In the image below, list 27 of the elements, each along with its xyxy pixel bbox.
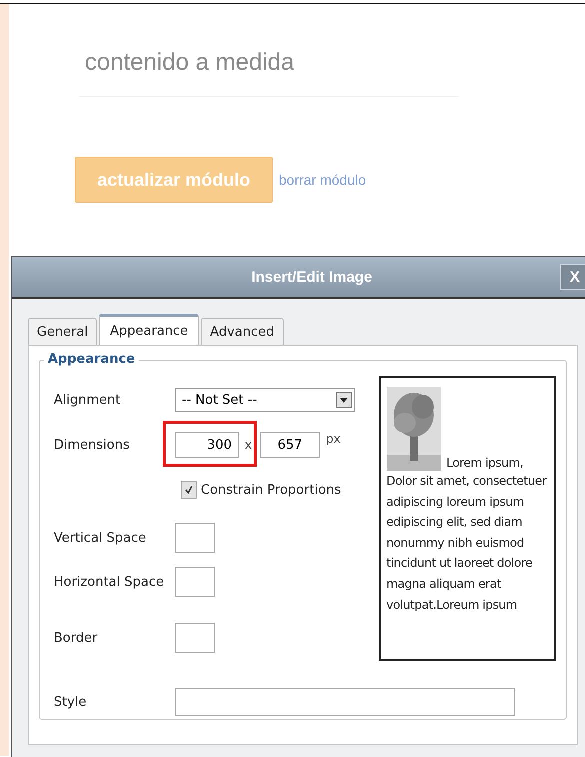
horizontal-space-input[interactable] xyxy=(175,567,215,597)
checkbox-label: Constrain Proportions xyxy=(201,482,342,498)
field-label: Border xyxy=(54,630,99,646)
section-legend: Appearance xyxy=(44,352,140,367)
unit-label: px xyxy=(326,432,341,446)
alignment-select[interactable]: -- Not Set -- xyxy=(175,388,355,412)
dropdown-icon xyxy=(336,392,352,408)
width-input[interactable]: 300 xyxy=(175,432,239,458)
style-input[interactable] xyxy=(175,688,515,716)
field-label: Alignment xyxy=(54,392,122,408)
module-title: contenido a medida xyxy=(84,49,294,77)
tab[interactable]: Advanced xyxy=(201,318,284,345)
vertical-space-input[interactable] xyxy=(175,523,215,553)
constrain-checkbox[interactable] xyxy=(181,481,197,499)
field-label: Style xyxy=(54,694,88,710)
tab[interactable]: Appearance xyxy=(99,314,200,345)
height-input[interactable]: 657 xyxy=(260,432,320,458)
field-label: Vertical Space xyxy=(54,530,148,546)
tab[interactable]: General xyxy=(28,318,98,345)
border-input[interactable] xyxy=(175,623,215,653)
dialog-title: Insert/Edit Image xyxy=(252,268,372,286)
preview-text: Dolor sit amet, consectetuer adipiscing loreum ipsum edipiscing elit, sed diam nonummy nibh euismod tincidunt ut laoreet dolore magna aliquam erat volutpat.Loreum ipsum xyxy=(386,473,548,614)
field-label: Dimensions xyxy=(54,438,131,452)
checkmark-icon xyxy=(184,485,194,495)
times-sign: x xyxy=(245,438,252,452)
preview-text: Lorem ipsum, xyxy=(446,455,524,471)
field-label: Horizontal Space xyxy=(54,574,166,590)
